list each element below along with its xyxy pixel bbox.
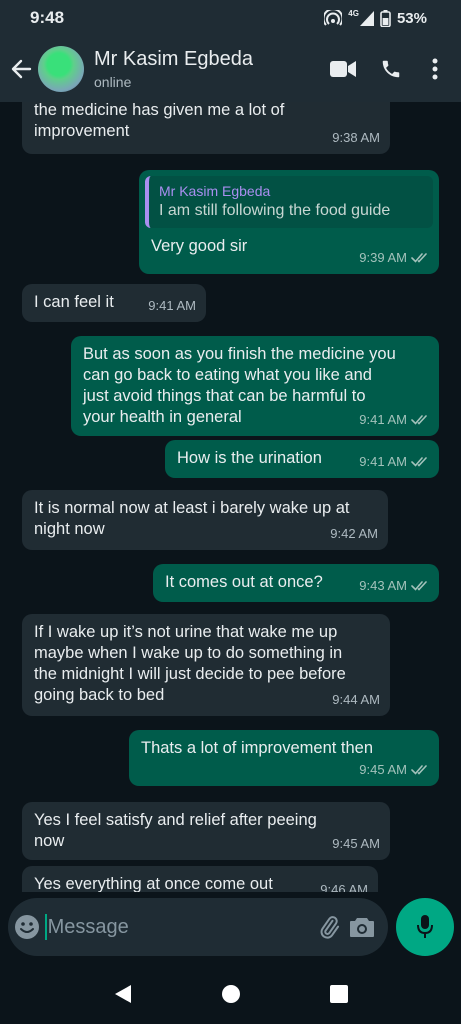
nav-recents-button[interactable] bbox=[324, 979, 354, 1009]
message-text: Yes everything at once come out bbox=[34, 875, 273, 892]
message-incoming[interactable]: Yes everything at once come out 9:46 AM bbox=[22, 866, 378, 892]
battery-icon bbox=[380, 9, 391, 27]
message-outgoing[interactable]: But as soon as you finish the medicine y… bbox=[71, 336, 439, 436]
message-outgoing[interactable]: How is the urination 9:41 AM bbox=[165, 440, 439, 478]
circle-home-icon bbox=[221, 985, 240, 1003]
avatar[interactable] bbox=[38, 46, 84, 92]
read-ticks-icon bbox=[411, 457, 427, 467]
message-text: the medicine has given me a lot of impro… bbox=[34, 102, 285, 140]
message-incoming[interactable]: I can feel it 9:41 AM bbox=[22, 284, 206, 322]
camera-icon bbox=[349, 918, 374, 937]
paperclip-icon bbox=[320, 916, 340, 939]
message-incoming[interactable]: It is normal now at least i barely wake … bbox=[22, 490, 388, 550]
video-call-button[interactable] bbox=[319, 45, 367, 93]
message-meta: 9:39 AM bbox=[359, 247, 429, 268]
contact-status: online bbox=[94, 74, 132, 90]
message-time: 9:44 AM bbox=[332, 692, 380, 707]
read-ticks-icon bbox=[411, 253, 427, 263]
phone-icon bbox=[382, 60, 400, 78]
message-incoming[interactable]: the medicine has given me a lot of impro… bbox=[22, 102, 390, 154]
message-time: 9:41 AM bbox=[359, 412, 407, 427]
triangle-back-icon bbox=[114, 985, 131, 1003]
voice-message-button[interactable] bbox=[396, 898, 454, 956]
contact-name: Mr Kasim Egbeda bbox=[94, 48, 253, 70]
message-meta: 9:44 AM bbox=[332, 689, 380, 710]
quoted-text: I am still following the food guide bbox=[159, 202, 391, 219]
network-label: 4G bbox=[348, 9, 359, 18]
attach-button[interactable] bbox=[313, 898, 346, 956]
microphone-icon bbox=[417, 915, 433, 938]
read-ticks-icon bbox=[411, 415, 427, 425]
message-time: 9:45 AM bbox=[332, 836, 380, 851]
message-meta: 9:41 AM bbox=[359, 409, 429, 430]
message-time: 9:43 AM bbox=[359, 578, 407, 593]
message-list[interactable]: the medicine has given me a lot of impro… bbox=[0, 102, 461, 892]
message-incoming[interactable]: If I wake up it’s not urine that wake me… bbox=[22, 614, 390, 716]
message-meta: 9:38 AM bbox=[332, 127, 380, 148]
message-text: If I wake up it’s not urine that wake me… bbox=[34, 623, 346, 704]
nav-home-button[interactable] bbox=[216, 979, 246, 1009]
battery-percent: 53% bbox=[396, 9, 427, 27]
message-meta: 9:45 AM bbox=[359, 759, 429, 780]
message-meta: 9:46 AM bbox=[320, 879, 368, 892]
back-arrow-icon bbox=[11, 59, 32, 79]
status-icons: 4G 53% bbox=[324, 9, 427, 27]
quoted-message[interactable]: Mr Kasim Egbeda I am still following the… bbox=[145, 176, 433, 228]
message-incoming[interactable]: Yes I feel satisfy and relief after peei… bbox=[22, 802, 390, 860]
message-text: Yes I feel satisfy and relief after peei… bbox=[34, 811, 317, 850]
message-meta: 9:41 AM bbox=[148, 295, 196, 316]
header-actions bbox=[319, 45, 461, 93]
message-meta: 9:45 AM bbox=[332, 833, 380, 854]
hotspot-icon bbox=[324, 10, 343, 26]
system-nav-bar bbox=[0, 964, 461, 1024]
message-text: It is normal now at least i barely wake … bbox=[34, 499, 350, 538]
message-time: 9:41 AM bbox=[148, 298, 196, 313]
message-outgoing[interactable]: Thats a lot of improvement then 9:45 AM bbox=[129, 730, 439, 786]
message-outgoing[interactable]: Mr Kasim Egbeda I am still following the… bbox=[139, 170, 439, 274]
emoji-button[interactable] bbox=[8, 898, 45, 956]
read-ticks-icon bbox=[411, 765, 427, 775]
message-meta: 9:42 AM bbox=[330, 523, 378, 544]
voice-call-button[interactable] bbox=[367, 45, 415, 93]
quoted-sender: Mr Kasim Egbeda bbox=[159, 183, 271, 199]
text-cursor bbox=[45, 914, 47, 940]
more-options-button[interactable] bbox=[415, 45, 455, 93]
message-input[interactable] bbox=[47, 898, 313, 956]
compose-bar bbox=[8, 898, 388, 956]
nav-back-button[interactable] bbox=[108, 979, 138, 1009]
square-recents-icon bbox=[329, 985, 348, 1003]
more-vert-icon bbox=[432, 58, 438, 80]
message-time: 9:39 AM bbox=[359, 250, 407, 265]
chat-header: Mr Kasim Egbeda online bbox=[0, 36, 461, 102]
video-call-icon bbox=[330, 61, 356, 77]
message-time: 9:46 AM bbox=[320, 882, 368, 892]
message-time: 9:42 AM bbox=[330, 526, 378, 541]
contact-info[interactable]: Mr Kasim Egbeda online bbox=[94, 48, 319, 90]
message-outgoing[interactable]: It comes out at once? 9:43 AM bbox=[153, 564, 439, 602]
signal-icon: 4G bbox=[348, 10, 374, 26]
message-text: Thats a lot of improvement then bbox=[141, 739, 374, 757]
back-button[interactable] bbox=[4, 36, 38, 102]
message-meta: 9:41 AM bbox=[359, 451, 429, 472]
message-time: 9:41 AM bbox=[359, 454, 407, 469]
emoji-icon bbox=[14, 915, 39, 939]
status-time: 9:48 bbox=[30, 8, 65, 27]
message-time: 9:45 AM bbox=[359, 762, 407, 777]
status-bar: 9:48 4G 53% bbox=[0, 0, 461, 36]
message-meta: 9:43 AM bbox=[359, 575, 429, 596]
camera-button[interactable] bbox=[345, 898, 378, 956]
message-time: 9:38 AM bbox=[332, 130, 380, 145]
read-ticks-icon bbox=[411, 581, 427, 591]
